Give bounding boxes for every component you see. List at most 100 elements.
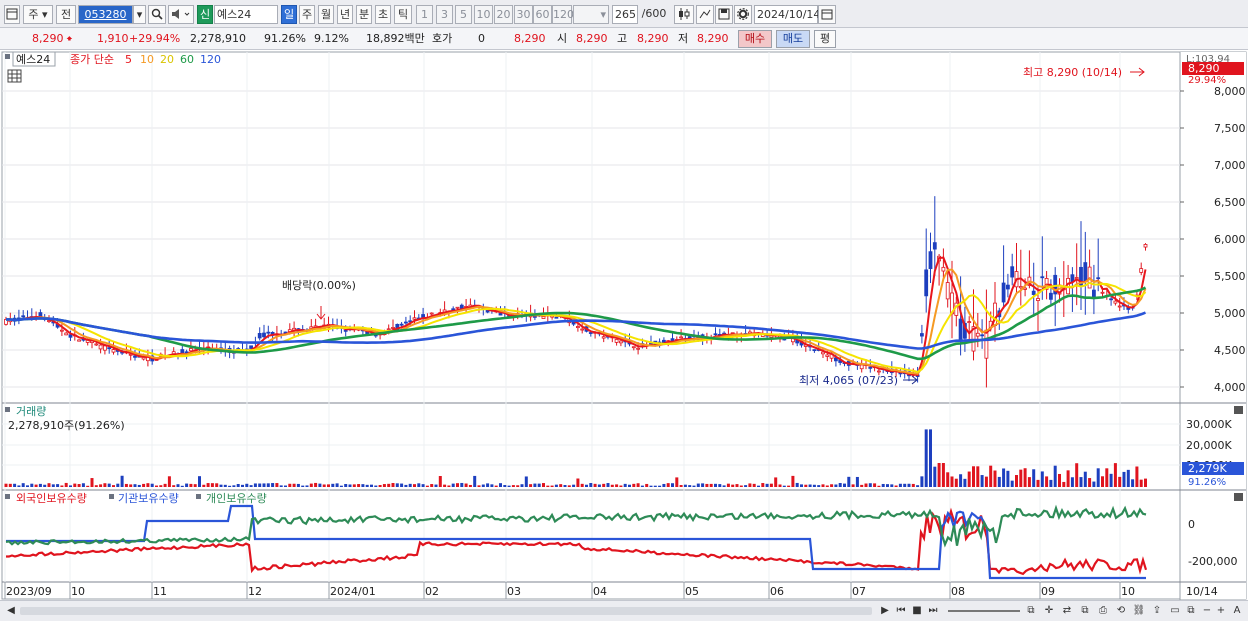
interval-3[interactable]: 3 — [436, 5, 453, 24]
price-tick-label: 6,500 — [1214, 196, 1246, 209]
print-icon[interactable]: ⎙ — [1096, 604, 1110, 618]
zoom-slider[interactable] — [948, 610, 1020, 612]
tab-week[interactable]: 주 — [299, 5, 315, 24]
stock-name-input[interactable]: 예스24 — [214, 5, 278, 24]
volume-bar — [473, 475, 477, 487]
candle-icon[interactable] — [674, 5, 694, 24]
volume-bar — [825, 485, 829, 487]
stock-code-input[interactable]: 053280 — [78, 5, 133, 24]
font-size-icon[interactable]: A — [1230, 604, 1244, 618]
period-type-select[interactable]: 주 ▾ — [23, 5, 53, 24]
interval-5[interactable]: 5 — [455, 5, 472, 24]
interval-1[interactable]: 1 — [416, 5, 433, 24]
interval-120[interactable]: 120 — [552, 5, 574, 24]
volume-bar — [327, 484, 330, 487]
volume-bar — [666, 483, 670, 487]
tab-tick[interactable]: 틱 — [394, 5, 412, 24]
split-view-icon[interactable]: ⧉ — [1024, 604, 1038, 618]
interval-30[interactable]: 30 — [514, 5, 533, 24]
copy-icon[interactable]: ⧉ — [1078, 604, 1092, 618]
volume-bar — [524, 476, 528, 487]
volume-bar — [516, 485, 520, 487]
open-price: 8,290 — [576, 32, 608, 45]
speaker-icon[interactable] — [168, 5, 194, 24]
jump-first-icon[interactable]: ⏮ — [894, 604, 908, 618]
volume-badge: 2,279K — [1188, 462, 1227, 475]
volume-bar — [451, 483, 455, 487]
volume-bar — [645, 483, 649, 487]
save-icon[interactable] — [715, 5, 733, 24]
gear-icon[interactable] — [734, 5, 752, 24]
tab-year[interactable]: 년 — [337, 5, 353, 24]
volume-bar — [864, 483, 868, 487]
buy-button[interactable]: 매수 — [738, 30, 772, 48]
search-icon[interactable] — [148, 5, 166, 24]
crosshair-icon[interactable]: ✛ — [1042, 604, 1056, 618]
calendar-icon[interactable] — [818, 5, 836, 24]
compare-icon[interactable]: ⇄ — [1060, 604, 1074, 618]
volume-bar — [542, 483, 545, 487]
volume-bar — [593, 483, 597, 487]
tab-second[interactable]: 초 — [375, 5, 391, 24]
sell-button[interactable]: 매도 — [776, 30, 810, 48]
stop-icon[interactable]: ■ — [910, 604, 924, 618]
export-icon[interactable]: ⇪ — [1150, 604, 1164, 618]
volume-bar — [456, 483, 459, 487]
volume-bar — [202, 484, 206, 487]
interval-60[interactable]: 60 — [533, 5, 552, 24]
volume-bar — [69, 485, 72, 487]
price-tick-label: 6,000 — [1214, 233, 1246, 246]
volume-bar — [266, 483, 270, 487]
jump-last-icon[interactable]: ⏭ — [926, 604, 940, 618]
interval-20[interactable]: 20 — [494, 5, 513, 24]
scroll-right-icon[interactable]: ▶ — [878, 604, 892, 618]
volume-bar — [460, 482, 464, 487]
volume-bar — [443, 484, 447, 487]
close-panel-icon[interactable] — [1234, 406, 1243, 414]
window-icon[interactable]: ▭ — [1168, 604, 1182, 618]
candle-body — [60, 329, 64, 332]
prev-button[interactable]: 전 — [56, 5, 76, 24]
scroll-left-icon[interactable]: ◀ — [4, 604, 18, 618]
date-input[interactable]: 2024/10/14 — [754, 5, 820, 24]
tab-minute[interactable]: 분 — [356, 5, 372, 24]
count-input[interactable]: 265 — [612, 5, 638, 24]
link-icon[interactable]: ⛓ — [1132, 604, 1146, 618]
candle-body — [133, 355, 137, 358]
line-tool-icon[interactable] — [696, 5, 714, 24]
refresh-icon[interactable]: ⟲ — [1114, 604, 1128, 618]
interval-10[interactable]: 10 — [474, 5, 493, 24]
interval-custom-select[interactable]: ▾ — [573, 5, 609, 24]
ma-legend-title: 종가 단순 — [70, 53, 114, 66]
volume-bar — [898, 483, 902, 487]
window-icon[interactable] — [4, 5, 20, 24]
tab-month[interactable]: 월 — [318, 5, 334, 24]
volume-bar — [817, 485, 821, 487]
volume-bar — [933, 466, 937, 487]
volume-bar — [782, 485, 786, 487]
new-badge: 신 — [197, 5, 213, 24]
layout-icon[interactable]: ⧉ — [1184, 604, 1198, 618]
chevron-down-icon: ▾ — [42, 8, 48, 21]
chevron-down-icon[interactable]: ▾ — [133, 5, 146, 24]
change-percent: +29.94% — [129, 32, 181, 45]
candle-body — [713, 333, 718, 336]
table-icon[interactable] — [7, 69, 22, 83]
chart-area[interactable]: 예스24 종가 단순 5 10 20 60 120 L:103.94 8,000… — [0, 51, 1248, 600]
volume-bar — [253, 483, 257, 487]
institution-holding-label: 기관보유수량 — [118, 492, 179, 505]
candle-body — [1001, 282, 1006, 303]
volume-bar — [984, 476, 988, 487]
close-panel-icon[interactable] — [1234, 493, 1243, 501]
volume-bar — [279, 485, 283, 487]
scrollbar-track[interactable] — [20, 607, 872, 615]
zoom-out-icon[interactable]: − — [1200, 604, 1214, 618]
volume-bar — [628, 484, 631, 487]
tab-day[interactable]: 일 — [281, 5, 297, 24]
candle-body — [266, 331, 271, 334]
eval-button[interactable]: 평 — [814, 30, 836, 48]
volume-bar — [288, 483, 292, 487]
volume-bar — [30, 483, 34, 487]
volume-bar — [851, 484, 855, 487]
zoom-in-icon[interactable]: + — [1214, 604, 1228, 618]
